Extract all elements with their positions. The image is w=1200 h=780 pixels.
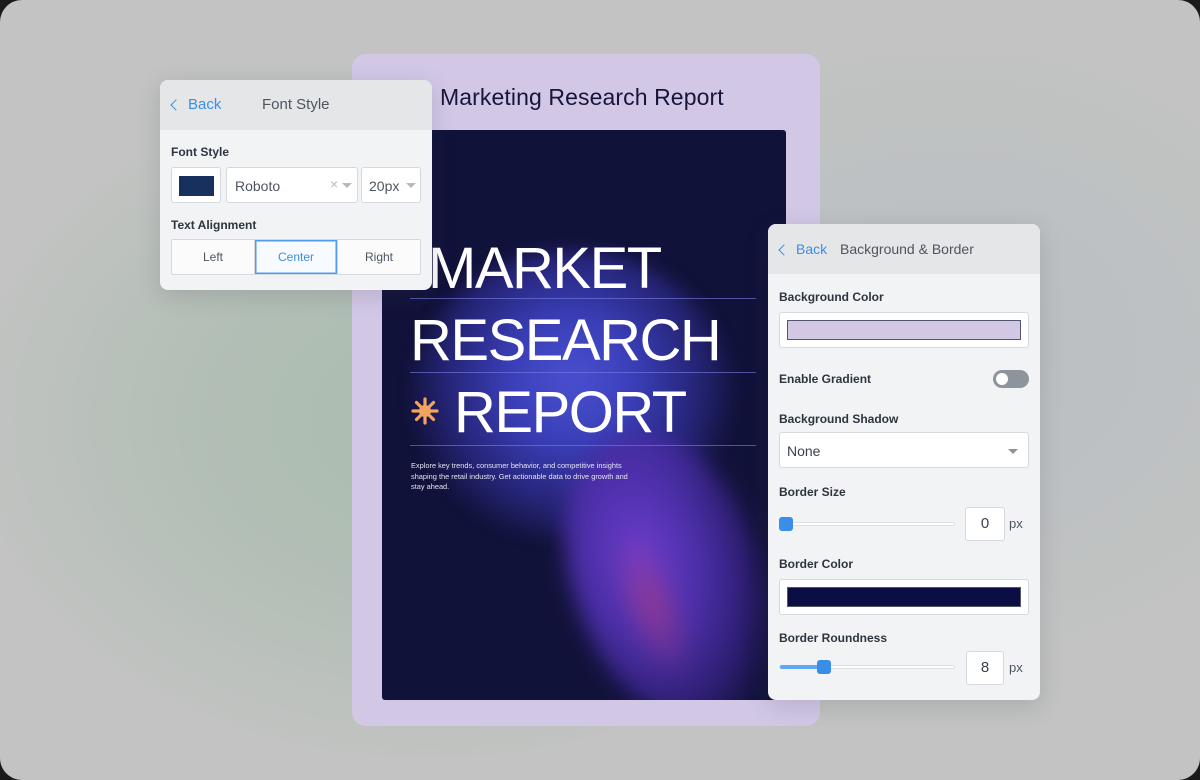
clear-icon[interactable]: × xyxy=(330,176,338,192)
border-color-swatch xyxy=(787,587,1021,607)
panel-header: Back Background & Border xyxy=(768,224,1040,274)
border-size-unit: px xyxy=(1009,516,1023,531)
document-title[interactable]: Marketing Research Report xyxy=(440,84,760,111)
poster-divider xyxy=(410,445,756,446)
border-roundness-input[interactable]: 8 xyxy=(966,651,1004,685)
font-size-select[interactable]: 20px xyxy=(361,167,421,203)
poster-divider xyxy=(410,372,756,373)
align-center-button[interactable]: Center xyxy=(255,240,338,274)
poster-headline-line1[interactable]: MARKET xyxy=(428,240,662,298)
enable-gradient-label: Enable Gradient xyxy=(779,372,872,386)
poster-headline-line3[interactable]: REPORT xyxy=(454,384,687,442)
panel-header: Back Font Style xyxy=(160,80,432,130)
font-style-label: Font Style xyxy=(171,145,230,159)
back-button[interactable]: Back xyxy=(170,96,222,113)
background-color-swatch xyxy=(787,320,1021,340)
border-color-label: Border Color xyxy=(779,557,854,571)
sparkle-icon xyxy=(410,396,440,426)
panel-title: Font Style xyxy=(262,96,330,113)
back-button[interactable]: Back xyxy=(778,241,828,257)
border-roundness-slider[interactable] xyxy=(779,660,955,674)
background-color-picker[interactable] xyxy=(779,312,1029,348)
text-alignment-group: Left Center Right xyxy=(171,239,421,275)
background-shadow-value: None xyxy=(787,443,821,459)
chevron-down-icon xyxy=(406,183,416,188)
chevron-down-icon xyxy=(342,183,352,188)
font-family-value: Roboto xyxy=(235,178,281,194)
chevron-left-icon xyxy=(170,99,182,111)
background-shadow-select[interactable]: None xyxy=(779,432,1029,468)
border-roundness-label: Border Roundness xyxy=(779,631,888,645)
report-poster[interactable]: MARKET RESEARCH REPORT Explore key trend… xyxy=(382,130,786,700)
border-size-label: Border Size xyxy=(779,485,846,499)
background-color-label: Background Color xyxy=(779,290,884,304)
poster-description[interactable]: Explore key trends, consumer behavior, a… xyxy=(411,461,641,493)
back-label: Back xyxy=(796,241,828,257)
enable-gradient-toggle[interactable] xyxy=(993,370,1029,388)
border-size-input[interactable]: 0 xyxy=(965,507,1005,541)
slider-thumb[interactable] xyxy=(779,517,793,531)
text-color-picker[interactable] xyxy=(171,167,221,203)
slider-thumb[interactable] xyxy=(817,660,831,674)
toggle-knob xyxy=(996,373,1008,385)
align-left-button[interactable]: Left xyxy=(172,240,255,274)
border-color-picker[interactable] xyxy=(779,579,1029,615)
font-style-panel: Back Font Style Font Style Roboto × 20px… xyxy=(160,80,432,290)
panel-title: Background & Border xyxy=(840,241,974,257)
canvas-background: Marketing Research Report MARKET RESEARC… xyxy=(0,0,1200,780)
align-right-button[interactable]: Right xyxy=(338,240,420,274)
poster-divider xyxy=(410,298,756,299)
text-color-swatch xyxy=(179,176,214,196)
font-family-select[interactable]: Roboto × xyxy=(226,167,358,203)
text-alignment-label: Text Alignment xyxy=(171,218,257,232)
border-size-slider[interactable] xyxy=(779,517,955,531)
background-shadow-label: Background Shadow xyxy=(779,412,899,426)
poster-headline-line2[interactable]: RESEARCH xyxy=(410,312,722,370)
font-size-value: 20px xyxy=(369,178,400,194)
chevron-left-icon xyxy=(778,243,790,256)
chevron-down-icon xyxy=(1008,449,1018,454)
background-border-panel: Back Background & Border Background Colo… xyxy=(768,224,1040,700)
back-label: Back xyxy=(188,96,222,113)
border-roundness-unit: px xyxy=(1009,660,1023,675)
